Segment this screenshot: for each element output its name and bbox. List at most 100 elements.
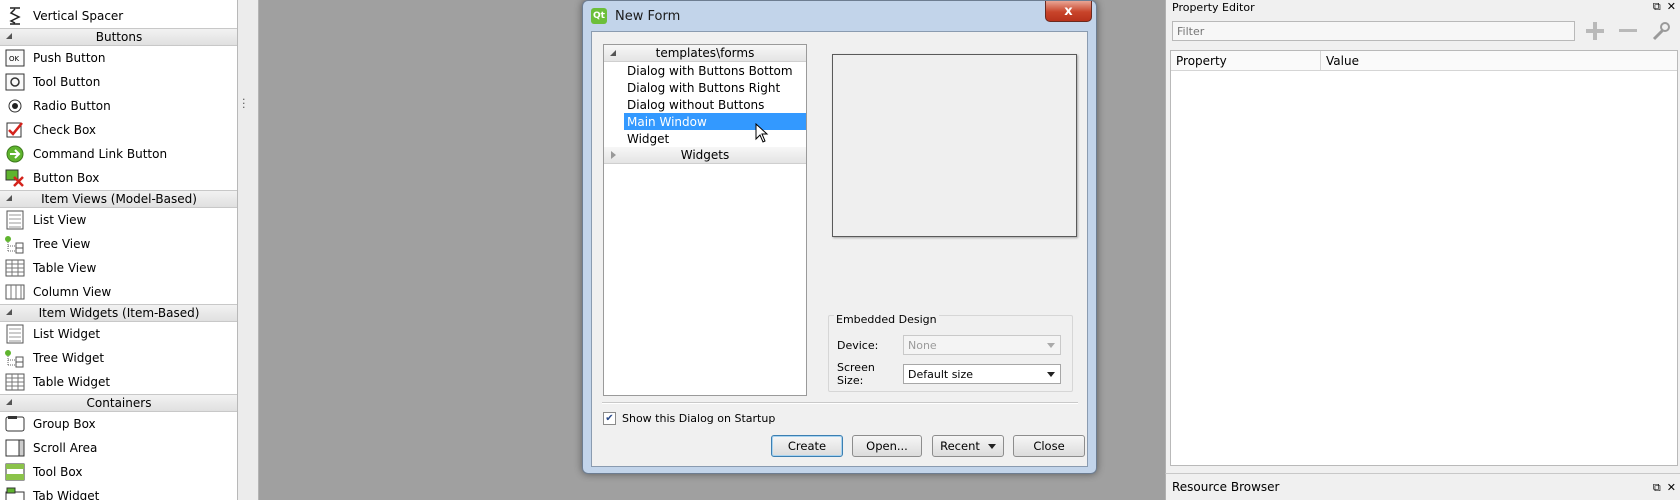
- screen-size-row: Screen Size: Default size: [837, 361, 1061, 387]
- widget-item-label: Tool Button: [33, 75, 101, 89]
- close-icon[interactable]: ✕: [1667, 481, 1676, 495]
- widget-category-containers[interactable]: Containers: [0, 394, 237, 412]
- close-icon[interactable]: ✕: [1667, 0, 1676, 14]
- dropdown-arrow-icon: [987, 443, 996, 449]
- property-table-header: Property Value: [1171, 51, 1677, 71]
- template-item-widget[interactable]: Widget: [604, 130, 806, 147]
- create-button[interactable]: Create: [771, 435, 843, 457]
- dialog-titlebar[interactable]: Qt New Form: [583, 1, 1096, 31]
- widget-box-panel: Vertical Spacer Buttons OK Push Button Tool …: [0, 0, 238, 500]
- widget-item-group-box[interactable]: Group Box: [0, 412, 237, 436]
- widget-item-label: Scroll Area: [33, 441, 98, 455]
- widget-item-tree-widget[interactable]: Tree Widget: [0, 346, 237, 370]
- widget-item-table-widget[interactable]: Table Widget: [0, 370, 237, 394]
- column-header-property[interactable]: Property: [1171, 51, 1321, 70]
- chevron-down-icon[interactable]: [1047, 372, 1055, 377]
- expand-arrow-icon[interactable]: [6, 399, 12, 405]
- widget-item-list-view[interactable]: List View: [0, 208, 237, 232]
- widget-item-tree-view[interactable]: Tree View: [0, 232, 237, 256]
- widget-item-tab-widget[interactable]: Tab Widget: [0, 484, 237, 500]
- widget-item-label: Group Box: [33, 417, 96, 431]
- expand-arrow-icon[interactable]: [6, 195, 12, 201]
- widget-category-label: Containers: [86, 396, 152, 410]
- tree-category-label: Widgets: [680, 148, 730, 162]
- screen-size-value: Default size: [908, 367, 974, 381]
- widget-item-label: Button Box: [33, 171, 100, 185]
- tool-box-icon: [4, 462, 26, 482]
- dialog-separator: [602, 402, 1078, 404]
- widget-item-tool-button[interactable]: Tool Button: [0, 70, 237, 94]
- dialog-close-button[interactable]: x: [1045, 1, 1092, 22]
- template-tree[interactable]: templates\forms Dialog with Buttons Bott…: [603, 44, 807, 396]
- group-box-icon: [4, 414, 26, 434]
- widget-item-check-box[interactable]: Check Box: [0, 118, 237, 142]
- expand-arrow-icon[interactable]: [6, 309, 12, 315]
- widget-item-table-view[interactable]: Table View: [0, 256, 237, 280]
- widget-category-buttons[interactable]: Buttons: [0, 28, 237, 46]
- screen-size-combo[interactable]: Default size: [903, 364, 1061, 384]
- resource-browser-titlebar: Resource Browser ⧉ ✕: [1165, 473, 1680, 500]
- add-property-icon[interactable]: [1583, 19, 1608, 43]
- splitter-grip-icon: · · ·: [242, 93, 246, 114]
- tree-view-icon: [4, 234, 26, 254]
- device-label: Device:: [837, 338, 879, 352]
- template-item-dialog-without-buttons[interactable]: Dialog without Buttons: [604, 96, 806, 113]
- tree-category-templates[interactable]: templates\forms: [604, 45, 806, 62]
- template-item-main-window[interactable]: Main Window: [624, 113, 806, 130]
- template-item-dialog-with-buttons-bottom[interactable]: Dialog with Buttons Bottom: [604, 62, 806, 79]
- template-item-dialog-with-buttons-right[interactable]: Dialog with Buttons Right: [604, 79, 806, 96]
- recent-button[interactable]: Recent: [932, 435, 1004, 457]
- widget-category-label: Buttons: [95, 30, 143, 44]
- widget-category-item-views-model-based[interactable]: Item Views (Model-Based): [0, 190, 237, 208]
- widget-item-push-button[interactable]: OK Push Button: [0, 46, 237, 70]
- show-on-startup-checkbox[interactable]: ✔: [603, 412, 616, 425]
- show-on-startup-row[interactable]: ✔ Show this Dialog on Startup: [603, 412, 775, 425]
- svg-text:OK: OK: [9, 55, 20, 63]
- widget-box-list: Vertical Spacer Buttons OK Push Button Tool …: [0, 4, 237, 500]
- widget-item-label: List Widget: [33, 327, 101, 341]
- property-table[interactable]: Property Value: [1170, 50, 1678, 466]
- panel-splitter[interactable]: · · ·: [238, 0, 259, 500]
- table-widget-icon: [4, 372, 26, 392]
- form-preview: [832, 54, 1077, 237]
- configure-wrench-icon[interactable]: [1649, 19, 1674, 43]
- button-box-icon: [4, 168, 26, 188]
- tree-category-label: templates\forms: [655, 46, 755, 60]
- open-button[interactable]: Open...: [852, 435, 922, 457]
- widget-item-button-box[interactable]: Button Box: [0, 166, 237, 190]
- widget-category-label: Item Widgets (Item-Based): [38, 306, 200, 320]
- widget-item-tool-box[interactable]: Tool Box: [0, 460, 237, 484]
- expand-arrow-icon[interactable]: [6, 33, 12, 39]
- collapse-arrow-icon[interactable]: [611, 151, 616, 159]
- expand-arrow-icon[interactable]: [610, 50, 616, 56]
- widget-item-scroll-area[interactable]: Scroll Area: [0, 436, 237, 460]
- property-editor-panel: Property Editor ⧉ ✕ Property Value: [1165, 0, 1680, 478]
- widget-item-column-view[interactable]: Column View: [0, 280, 237, 304]
- chevron-down-icon: [1047, 343, 1055, 348]
- widget-item-label: Tool Box: [33, 465, 83, 479]
- widget-item-vertical-spacer[interactable]: Vertical Spacer: [0, 4, 237, 28]
- recent-button-label: Recent: [940, 439, 980, 453]
- widget-item-label: Table View: [33, 261, 97, 275]
- float-icon[interactable]: ⧉: [1653, 481, 1661, 495]
- filter-input[interactable]: [1172, 21, 1575, 41]
- tree-category-widgets[interactable]: Widgets: [604, 147, 806, 164]
- column-header-value[interactable]: Value: [1321, 51, 1359, 70]
- show-on-startup-label[interactable]: Show this Dialog on Startup: [622, 412, 775, 425]
- screen-size-label: Screen Size:: [837, 361, 875, 387]
- command-link-button-icon: [4, 144, 26, 164]
- scroll-area-icon: [4, 438, 26, 458]
- resource-browser-title: Resource Browser: [1172, 480, 1280, 494]
- widget-category-item-widgets-item-based[interactable]: Item Widgets (Item-Based): [0, 304, 237, 322]
- tool-button-icon: [4, 72, 26, 92]
- tree-widget-icon: [4, 348, 26, 368]
- list-view-icon: [4, 210, 26, 230]
- dialog-title: New Form: [615, 8, 681, 24]
- widget-item-list-widget[interactable]: List Widget: [0, 322, 237, 346]
- table-view-icon: [4, 258, 26, 278]
- close-button[interactable]: Close: [1013, 435, 1085, 457]
- remove-property-icon[interactable]: [1616, 19, 1641, 43]
- widget-item-command-link-button[interactable]: Command Link Button: [0, 142, 237, 166]
- float-icon[interactable]: ⧉: [1653, 0, 1661, 14]
- widget-item-radio-button[interactable]: Radio Button: [0, 94, 237, 118]
